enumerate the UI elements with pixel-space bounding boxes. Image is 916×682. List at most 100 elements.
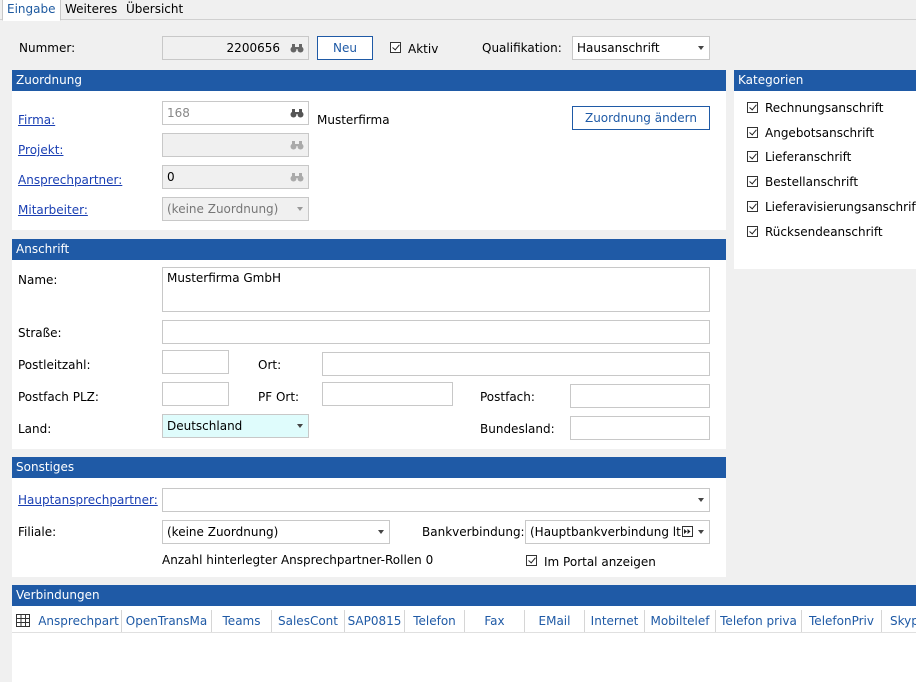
name-label: Name: xyxy=(18,273,58,287)
neu-button[interactable]: Neu xyxy=(317,36,373,60)
portal-checkbox[interactable] xyxy=(526,555,537,566)
ruecksendeanschrift-checkbox[interactable] xyxy=(747,226,758,237)
bank-value: (Hauptbankverbindung lt. xyxy=(530,525,685,539)
firma-value: 168 xyxy=(167,106,190,120)
chevron-down-icon xyxy=(698,530,704,534)
ansprechpartner-link[interactable]: Ansprechpartner: xyxy=(18,172,122,188)
ort-field[interactable] xyxy=(322,352,710,376)
tab-uebersicht[interactable]: Übersicht xyxy=(122,0,187,19)
anschrift-header: Anschrift xyxy=(12,239,726,260)
zuordnung-panel xyxy=(12,70,726,230)
bestellanschrift-checkbox[interactable] xyxy=(747,176,758,187)
hauptansprechpartner-select[interactable] xyxy=(162,488,710,512)
column-ansprechpartner[interactable]: Ansprechpart xyxy=(36,610,122,632)
tab-weiteres[interactable]: Weiteres xyxy=(61,0,121,19)
pf-ort-field[interactable] xyxy=(322,382,453,406)
projekt-field[interactable] xyxy=(162,133,309,157)
qualifikation-select[interactable]: Hausanschrift xyxy=(572,36,710,60)
bank-label: Bankverbindung: xyxy=(422,525,525,539)
name-field[interactable]: Musterfirma GmbH xyxy=(162,267,710,312)
column-sap0815[interactable]: SAP0815 xyxy=(345,610,405,632)
verbindungen-header: Verbindungen xyxy=(12,585,916,606)
angebotsanschrift-checkbox[interactable] xyxy=(747,127,758,138)
ansprechpartner-field[interactable]: 0 xyxy=(162,165,309,189)
zuordnung-header: Zuordnung xyxy=(12,70,726,91)
strasse-label: Straße: xyxy=(18,326,62,340)
angebotsanschrift-label: Angebotsanschrift xyxy=(765,126,875,140)
fast-forward-icon[interactable] xyxy=(682,526,693,537)
binoculars-icon[interactable] xyxy=(286,102,308,124)
land-select[interactable]: Deutschland xyxy=(162,414,309,438)
grid-header-divider xyxy=(12,632,916,633)
land-label: Land: xyxy=(18,422,52,436)
rechnungsanschrift-label: Rechnungsanschrift xyxy=(765,101,884,115)
column-fax[interactable]: Fax xyxy=(465,610,525,632)
bundesland-field[interactable] xyxy=(570,416,710,440)
binoculars-icon[interactable] xyxy=(286,134,308,156)
pf-ort-label: PF Ort: xyxy=(258,390,300,404)
postfach-plz-label: Postfach PLZ: xyxy=(18,390,99,404)
chevron-down-icon xyxy=(297,424,303,428)
mitarbeiter-select[interactable]: (keine Zuordnung) xyxy=(162,197,309,221)
rechnungsanschrift-checkbox[interactable] xyxy=(747,102,758,113)
plz-label: Postleitzahl: xyxy=(18,358,91,372)
ansprechpartner-value: 0 xyxy=(167,170,175,184)
hauptansprechpartner-link[interactable]: Hauptansprechpartner: xyxy=(18,492,158,508)
postfach-field[interactable] xyxy=(570,384,710,408)
nummer-label: Nummer: xyxy=(19,41,76,55)
ort-label: Ort: xyxy=(258,358,282,372)
sonstiges-header: Sonstiges xyxy=(12,457,726,478)
nummer-field[interactable]: 2200656 xyxy=(162,36,309,60)
binoculars-icon[interactable] xyxy=(286,166,308,188)
postfach-plz-field[interactable] xyxy=(162,382,229,406)
rollen-info: Anzahl hinterlegter Ansprechpartner-Roll… xyxy=(162,553,434,567)
projekt-link[interactable]: Projekt: xyxy=(18,142,63,158)
column-mobiltelefon[interactable]: Mobiltelef xyxy=(645,610,716,632)
filiale-label: Filiale: xyxy=(18,525,57,539)
chevron-down-icon xyxy=(297,207,303,211)
column-teams[interactable]: Teams xyxy=(212,610,272,632)
filiale-value: (keine Zuordnung) xyxy=(167,525,279,539)
zuordnung-aendern-button[interactable]: Zuordnung ändern xyxy=(572,106,710,130)
bestellanschrift-label: Bestellanschrift xyxy=(765,175,859,189)
portal-label: Im Portal anzeigen xyxy=(544,555,656,569)
qualifikation-label: Qualifikation: xyxy=(482,41,562,55)
firma-field[interactable]: 168 xyxy=(162,101,309,125)
column-telefon[interactable]: Telefon xyxy=(405,610,465,632)
nummer-value: 2200656 xyxy=(226,41,280,55)
column-opentransma[interactable]: OpenTransMa xyxy=(122,610,212,632)
qualifikation-value: Hausanschrift xyxy=(577,41,660,55)
strasse-field[interactable] xyxy=(162,320,710,344)
mitarbeiter-value: (keine Zuordnung) xyxy=(167,202,279,216)
bundesland-label: Bundesland: xyxy=(480,422,555,436)
mitarbeiter-link[interactable]: Mitarbeiter: xyxy=(18,202,88,218)
lieferavisierungsanschrift-label: Lieferavisierungsanschrift xyxy=(765,200,916,214)
chevron-down-icon xyxy=(698,46,704,50)
tab-eingabe[interactable]: Eingabe xyxy=(2,0,61,21)
chevron-down-icon xyxy=(698,498,704,502)
binoculars-icon[interactable] xyxy=(286,37,308,59)
land-value: Deutschland xyxy=(167,419,243,433)
column-skype[interactable]: Skyp xyxy=(882,610,916,632)
lieferanschrift-label: Lieferanschrift xyxy=(765,150,852,164)
name-value: Musterfirma GmbH xyxy=(167,271,281,285)
column-salescont[interactable]: SalesCont xyxy=(272,610,345,632)
column-chooser-icon[interactable] xyxy=(16,614,30,627)
tab-bar: Eingabe Weiteres Übersicht xyxy=(0,0,916,21)
column-telefon-privat[interactable]: Telefon priva xyxy=(716,610,802,632)
plz-field[interactable] xyxy=(162,350,229,374)
chevron-down-icon xyxy=(378,530,384,534)
column-telefonpriv[interactable]: TelefonPriv xyxy=(802,610,882,632)
column-email[interactable]: EMail xyxy=(525,610,585,632)
kategorien-header: Kategorien xyxy=(734,70,916,91)
ruecksendeanschrift-label: Rücksendeanschrift xyxy=(765,225,883,239)
filiale-select[interactable]: (keine Zuordnung) xyxy=(162,520,390,544)
aktiv-checkbox[interactable] xyxy=(390,42,401,53)
firma-link[interactable]: Firma: xyxy=(18,112,55,128)
column-internet[interactable]: Internet xyxy=(585,610,645,632)
aktiv-label: Aktiv xyxy=(408,42,439,56)
lieferavisierungsanschrift-checkbox[interactable] xyxy=(747,201,758,212)
firma-name: Musterfirma xyxy=(317,113,390,127)
lieferanschrift-checkbox[interactable] xyxy=(747,151,758,162)
bank-select[interactable]: (Hauptbankverbindung lt. xyxy=(525,520,710,544)
